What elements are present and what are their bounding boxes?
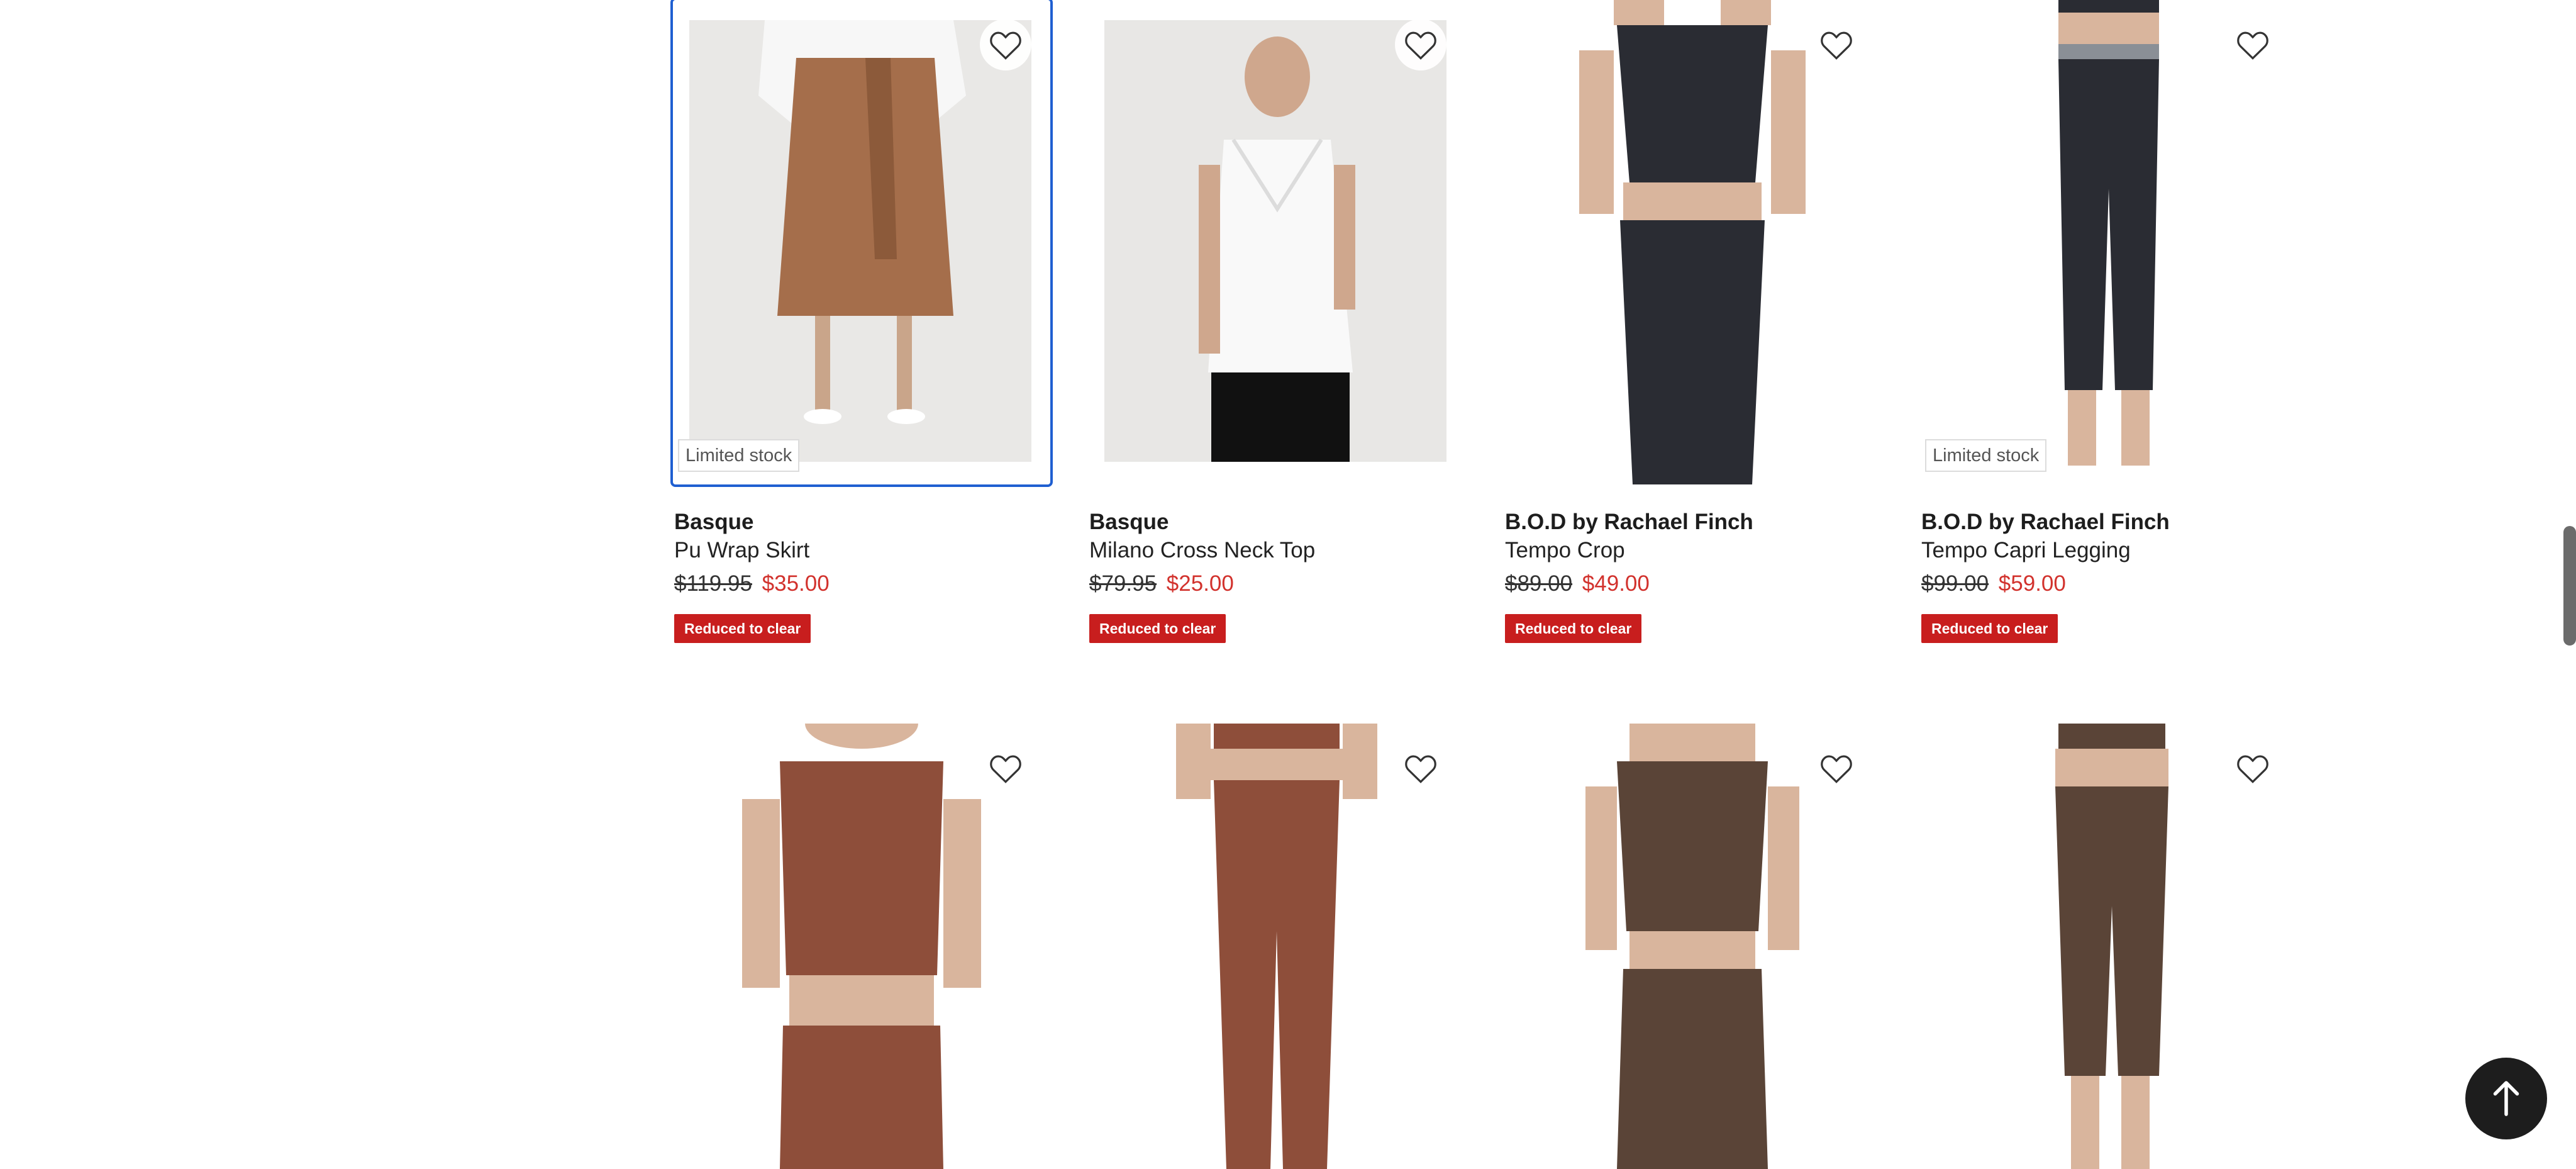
- product-card[interactable]: B.O.D by Rachael Finch Tempo Crop $89.00…: [1504, 0, 1881, 643]
- favourite-button[interactable]: [980, 742, 1031, 794]
- favourite-button[interactable]: [1395, 742, 1446, 794]
- product-card[interactable]: [1088, 724, 1465, 1169]
- product-prices: $89.00 $49.00: [1505, 569, 1876, 599]
- original-price: $119.95: [674, 571, 752, 596]
- favourite-button[interactable]: [1395, 19, 1446, 70]
- limited-stock-badge: Limited stock: [1925, 439, 2047, 472]
- heart-outline-icon: [1821, 755, 1852, 783]
- product-card[interactable]: [1920, 724, 2297, 1169]
- product-name[interactable]: Tempo Capri Legging: [1921, 536, 2292, 565]
- product-image[interactable]: [689, 20, 1031, 462]
- product-media[interactable]: Limited stock: [1920, 0, 2297, 484]
- product-image[interactable]: [1504, 0, 1881, 484]
- favourite-button[interactable]: [2227, 742, 2279, 794]
- heart-outline-icon: [990, 755, 1021, 783]
- product-card[interactable]: Limited stock B.O.D by Rachael Finch Tem…: [1920, 0, 2297, 643]
- product-info[interactable]: B.O.D by Rachael Finch Tempo Capri Leggi…: [1921, 508, 2292, 643]
- product-name[interactable]: Milano Cross Neck Top: [1089, 536, 1460, 565]
- product-name[interactable]: Tempo Crop: [1505, 536, 1876, 565]
- page-scrollbar[interactable]: [2563, 526, 2576, 646]
- reduced-to-clear-tag: Reduced to clear: [1921, 614, 2058, 643]
- product-card[interactable]: [1504, 724, 1881, 1169]
- product-brand[interactable]: B.O.D by Rachael Finch: [1505, 508, 1876, 536]
- reduced-to-clear-tag: Reduced to clear: [674, 614, 811, 643]
- product-info[interactable]: Basque Pu Wrap Skirt $119.95 $35.00 Redu…: [674, 508, 1045, 643]
- original-price: $79.95: [1089, 571, 1157, 596]
- heart-outline-icon: [2237, 31, 2268, 60]
- favourite-button[interactable]: [1811, 742, 1862, 794]
- product-media[interactable]: [1920, 724, 2297, 1169]
- product-media[interactable]: [1504, 724, 1881, 1169]
- arrow-up-icon: [2493, 1081, 2519, 1116]
- original-price: $99.00: [1921, 571, 1989, 596]
- product-media[interactable]: [1504, 0, 1881, 484]
- sale-price: $49.00: [1582, 571, 1650, 596]
- product-brand[interactable]: Basque: [674, 508, 1045, 536]
- sale-price: $25.00: [1166, 571, 1234, 596]
- heart-outline-icon: [1405, 31, 1436, 60]
- favourite-button[interactable]: [2227, 19, 2279, 70]
- favourite-button[interactable]: [980, 19, 1031, 70]
- product-brand[interactable]: Basque: [1089, 508, 1460, 536]
- product-prices: $119.95 $35.00: [674, 569, 1045, 599]
- heart-outline-icon: [1405, 755, 1436, 783]
- product-media[interactable]: [673, 724, 1050, 1169]
- original-price: $89.00: [1505, 571, 1573, 596]
- product-name[interactable]: Pu Wrap Skirt: [674, 536, 1045, 565]
- product-prices: $79.95 $25.00: [1089, 569, 1460, 599]
- sale-price: $59.00: [1998, 571, 2066, 596]
- reduced-to-clear-tag: Reduced to clear: [1089, 614, 1226, 643]
- product-image[interactable]: [1920, 0, 2297, 484]
- product-media[interactable]: Limited stock: [673, 0, 1050, 484]
- limited-stock-badge: Limited stock: [678, 439, 800, 472]
- reduced-to-clear-tag: Reduced to clear: [1505, 614, 1642, 643]
- sale-price: $35.00: [762, 571, 830, 596]
- heart-outline-icon: [990, 31, 1021, 60]
- heart-outline-icon: [1821, 31, 1852, 60]
- product-card[interactable]: Basque Milano Cross Neck Top $79.95 $25.…: [1088, 0, 1465, 643]
- favourite-button[interactable]: [1811, 19, 1862, 70]
- product-media[interactable]: [1088, 724, 1465, 1169]
- product-media[interactable]: [1088, 0, 1465, 484]
- product-image[interactable]: [1104, 20, 1446, 462]
- product-brand[interactable]: B.O.D by Rachael Finch: [1921, 508, 2292, 536]
- product-info[interactable]: B.O.D by Rachael Finch Tempo Crop $89.00…: [1505, 508, 1876, 643]
- product-prices: $99.00 $59.00: [1921, 569, 2292, 599]
- product-card[interactable]: [673, 724, 1050, 1169]
- back-to-top-button[interactable]: [2465, 1058, 2547, 1139]
- heart-outline-icon: [2237, 755, 2268, 783]
- product-info[interactable]: Basque Milano Cross Neck Top $79.95 $25.…: [1089, 508, 1460, 643]
- product-card[interactable]: Limited stock Basque Pu Wrap Skirt $119.…: [670, 0, 1053, 643]
